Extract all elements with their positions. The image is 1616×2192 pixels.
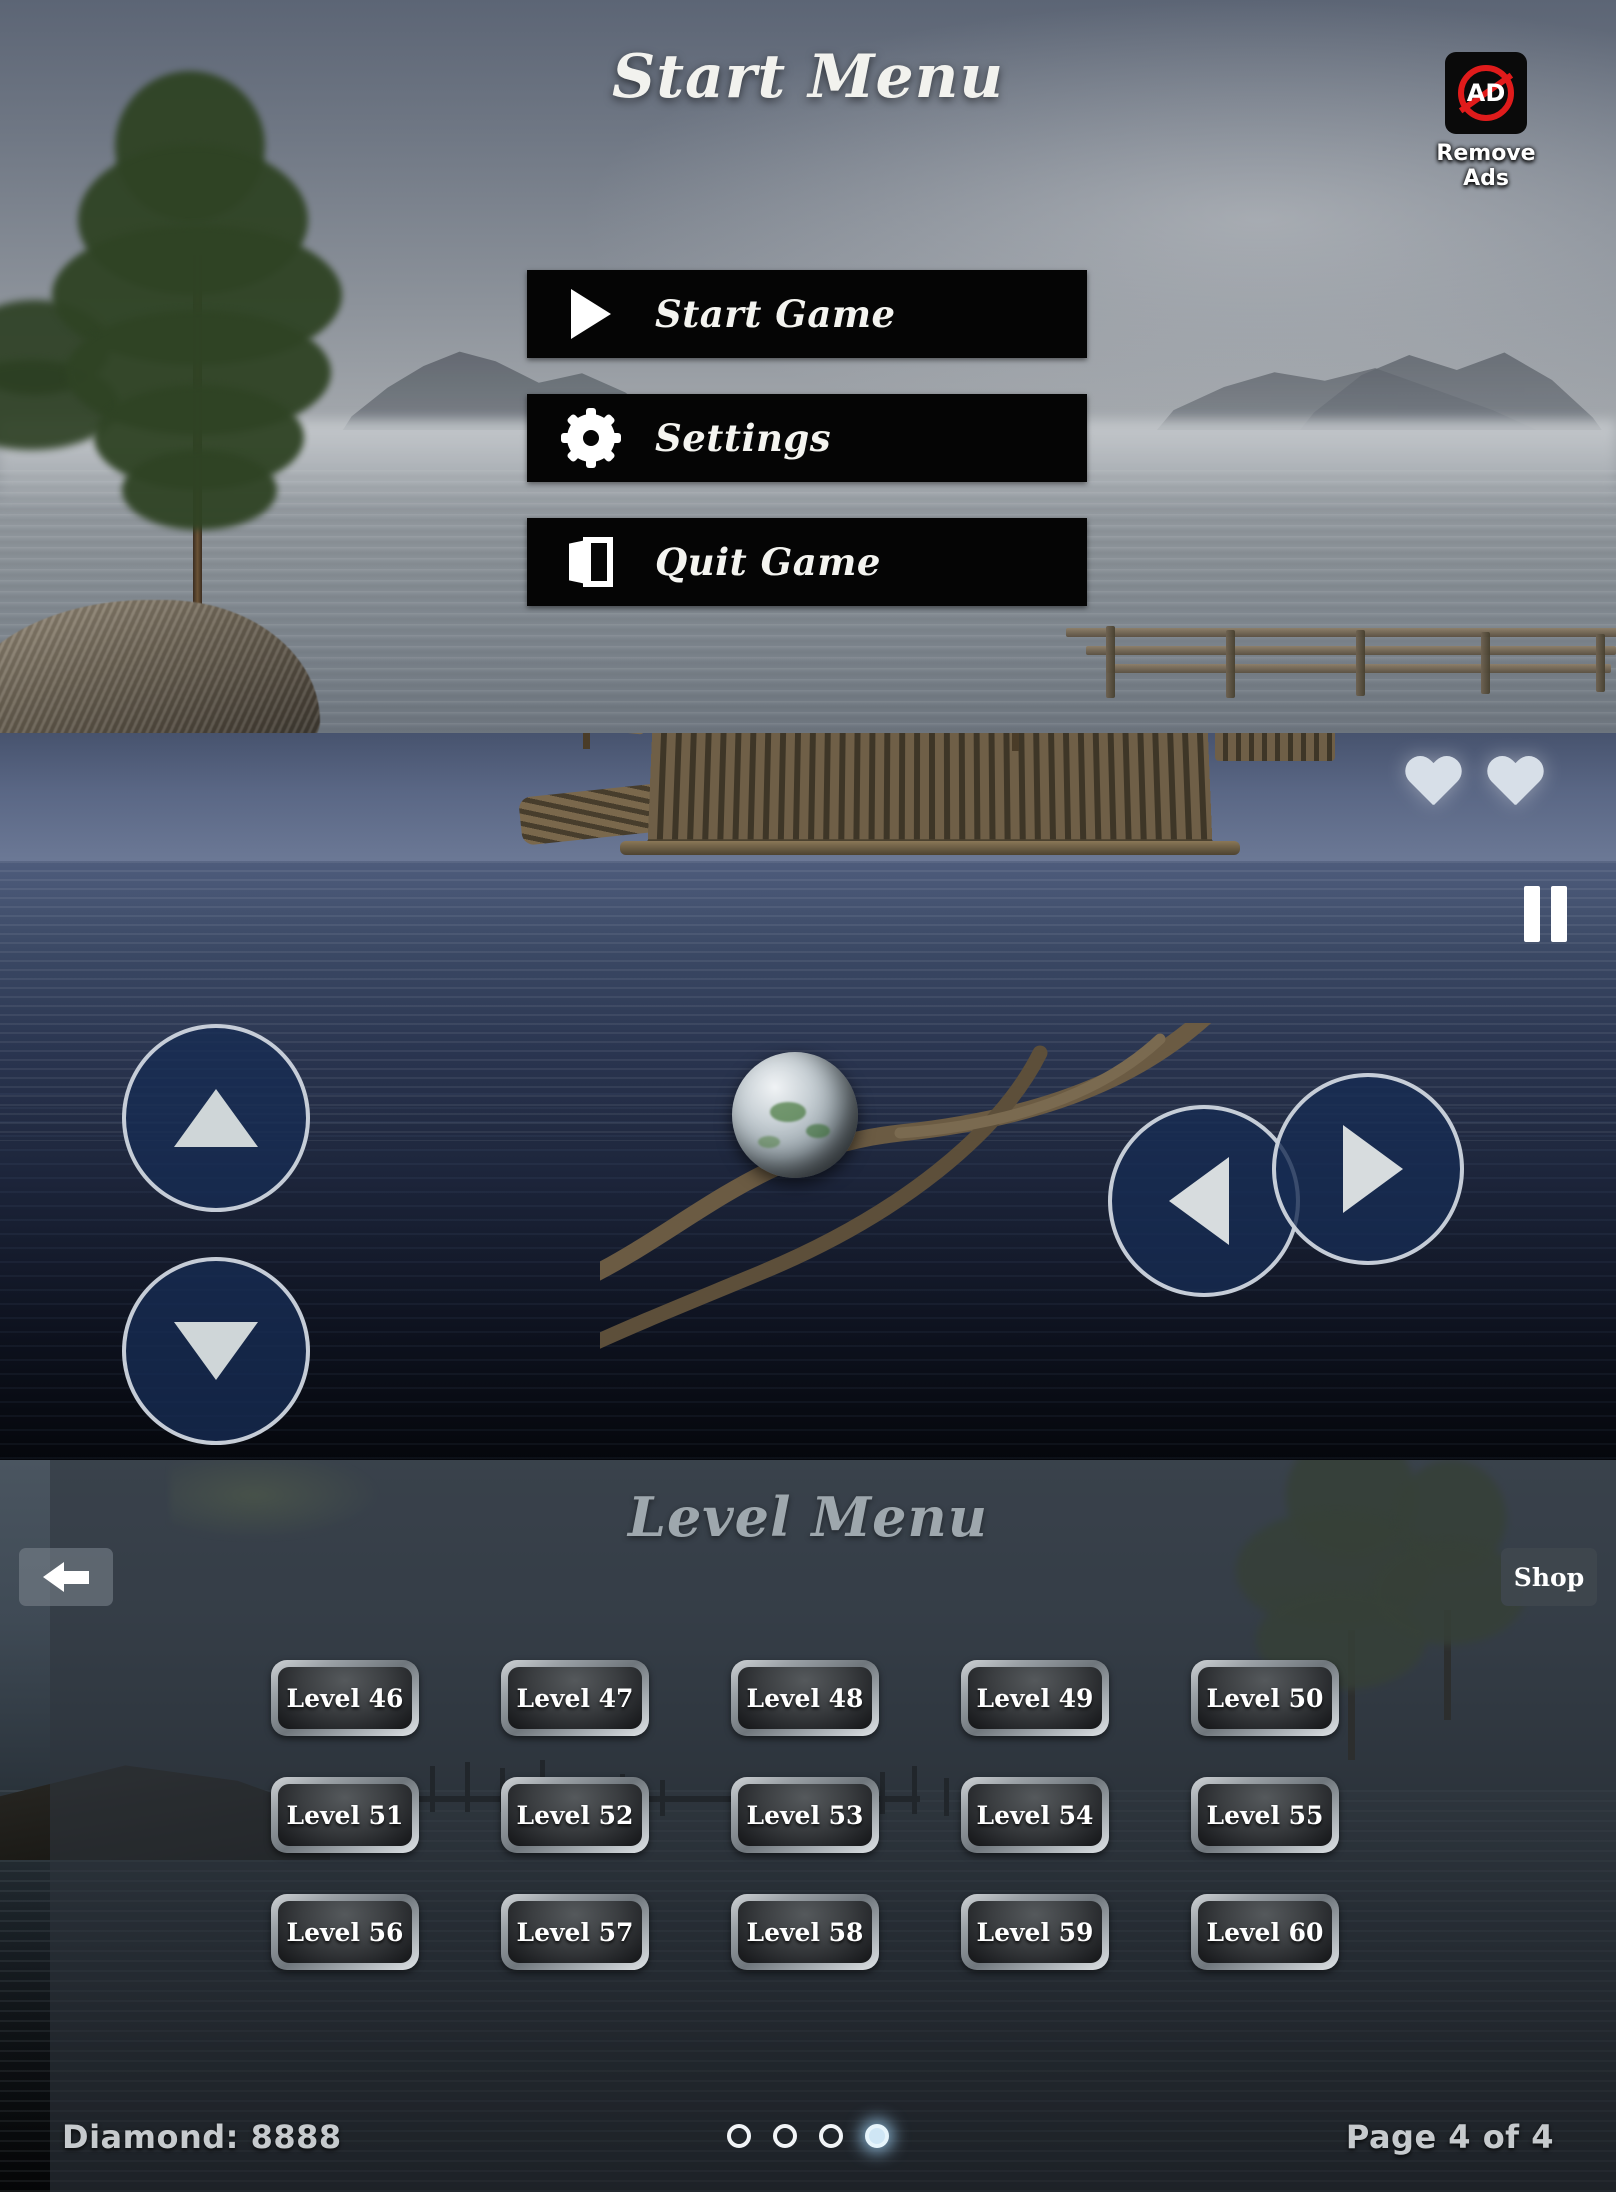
gear-icon	[527, 408, 655, 468]
level-grid: Level 46 Level 47 Level 48 Level 49 Level 50…	[230, 1660, 1380, 1970]
shop-button[interactable]: Shop	[1501, 1548, 1597, 1606]
level-menu-footer: Diamond: 8888 Page 4 of 4	[0, 2072, 1616, 2192]
main-menu-buttons: Start Game Settings Quit Game	[527, 270, 1087, 642]
level-button-label: Level 56	[286, 1917, 404, 1947]
triangle-down-icon	[174, 1322, 258, 1380]
level-button-inner: Level 46	[278, 1667, 412, 1729]
level-button-inner: Level 55	[1198, 1784, 1332, 1846]
shop-label: Shop	[1513, 1562, 1585, 1592]
remove-ads-button[interactable]: AD Remove Ads	[1416, 52, 1556, 191]
level-button-label: Level 46	[286, 1683, 404, 1713]
page-indicator: Page 4 of 4	[1345, 2118, 1554, 2156]
dpad-left-button[interactable]	[1108, 1105, 1300, 1297]
page-title: Start Menu	[612, 42, 1004, 112]
dpad-right-button[interactable]	[1272, 1073, 1464, 1265]
level-button-inner: Level 48	[738, 1667, 872, 1729]
level-button-inner: Level 50	[1198, 1667, 1332, 1729]
level-button-inner: Level 53	[738, 1784, 872, 1846]
start-menu-panel: Start Menu AD Remove Ads Start Game Sett…	[0, 0, 1616, 733]
level-button-inner: Level 47	[508, 1667, 642, 1729]
play-icon	[527, 289, 655, 339]
level-button-label: Level 54	[976, 1800, 1094, 1830]
level-button[interactable]: Level 55	[1191, 1777, 1339, 1853]
level-button-label: Level 60	[1206, 1917, 1324, 1947]
start-game-button[interactable]: Start Game	[527, 270, 1087, 358]
level-button-inner: Level 60	[1198, 1901, 1332, 1963]
torch-rear	[989, 733, 1041, 751]
level-button-inner: Level 49	[968, 1667, 1102, 1729]
level-button-label: Level 55	[1206, 1800, 1324, 1830]
level-button-inner: Level 51	[278, 1784, 412, 1846]
triangle-right-icon	[1343, 1125, 1403, 1213]
heart-icon	[1404, 757, 1462, 811]
heart-icon	[1486, 757, 1544, 811]
level-button-label: Level 49	[976, 1683, 1094, 1713]
settings-button[interactable]: Settings	[527, 394, 1087, 482]
level-menu-panel: Level Menu Shop Level 46 Level 47 Level 48…	[0, 1460, 1616, 2192]
level-button-label: Level 48	[746, 1683, 864, 1713]
app-screen: Start Menu AD Remove Ads Start Game Sett…	[0, 0, 1616, 2192]
page-dot[interactable]	[865, 2124, 889, 2148]
exit-door-icon	[527, 537, 655, 587]
player-ball	[732, 1052, 858, 1178]
level-button-label: Level 58	[746, 1917, 864, 1947]
quit-game-label: Quit Game	[655, 540, 881, 584]
page-dots	[727, 2124, 889, 2148]
level-button[interactable]: Level 50	[1191, 1660, 1339, 1736]
page-dot[interactable]	[819, 2124, 843, 2148]
level-button[interactable]: Level 56	[271, 1894, 419, 1970]
dpad-down-button[interactable]	[122, 1257, 310, 1445]
level-menu-title: Level Menu	[627, 1485, 989, 1549]
quit-game-button[interactable]: Quit Game	[527, 518, 1087, 606]
diamond-counter: Diamond: 8888	[62, 2118, 342, 2156]
level-button[interactable]: Level 47	[501, 1660, 649, 1736]
level-button-inner: Level 59	[968, 1901, 1102, 1963]
level-button[interactable]: Level 54	[961, 1777, 1109, 1853]
remove-ads-label: Remove Ads	[1436, 141, 1536, 191]
start-game-label: Start Game	[655, 292, 896, 336]
level-button[interactable]: Level 57	[501, 1894, 649, 1970]
settings-label: Settings	[655, 416, 832, 460]
level-button-label: Level 50	[1206, 1683, 1324, 1713]
level-button[interactable]: Level 52	[501, 1777, 649, 1853]
level-button-label: Level 52	[516, 1800, 634, 1830]
level-button-inner: Level 58	[738, 1901, 872, 1963]
arrow-left-icon	[43, 1562, 89, 1592]
health-hearts	[1404, 757, 1544, 811]
pause-icon	[1550, 886, 1567, 942]
level-button-label: Level 51	[286, 1800, 404, 1830]
level-button-label: Level 59	[976, 1917, 1094, 1947]
level-button-inner: Level 56	[278, 1901, 412, 1963]
back-button[interactable]	[19, 1548, 113, 1606]
pause-icon	[1523, 886, 1540, 942]
level-button[interactable]: Level 59	[961, 1894, 1109, 1970]
page-dot[interactable]	[773, 2124, 797, 2148]
dpad-up-button[interactable]	[122, 1024, 310, 1212]
level-button-inner: Level 52	[508, 1784, 642, 1846]
level-button[interactable]: Level 46	[271, 1660, 419, 1736]
level-button[interactable]: Level 49	[961, 1660, 1109, 1736]
level-button-label: Level 53	[746, 1800, 864, 1830]
level-button-label: Level 47	[516, 1683, 634, 1713]
pause-button[interactable]	[1514, 883, 1576, 945]
level-button[interactable]: Level 58	[731, 1894, 879, 1970]
level-button-inner: Level 57	[508, 1901, 642, 1963]
level-button-inner: Level 54	[968, 1784, 1102, 1846]
foreground-pine-tree	[52, 71, 342, 610]
level-button[interactable]: Level 53	[731, 1777, 879, 1853]
torch-front	[578, 733, 594, 749]
triangle-left-icon	[1169, 1157, 1229, 1245]
triangle-up-icon	[174, 1089, 258, 1147]
level-button[interactable]: Level 48	[731, 1660, 879, 1736]
page-dot[interactable]	[727, 2124, 751, 2148]
level-button[interactable]: Level 51	[271, 1777, 419, 1853]
raft-vehicle	[345, 733, 1480, 903]
no-ads-icon: AD	[1445, 52, 1527, 134]
level-button-label: Level 57	[516, 1917, 634, 1947]
level-button[interactable]: Level 60	[1191, 1894, 1339, 1970]
ad-badge-text: AD	[1466, 79, 1506, 107]
